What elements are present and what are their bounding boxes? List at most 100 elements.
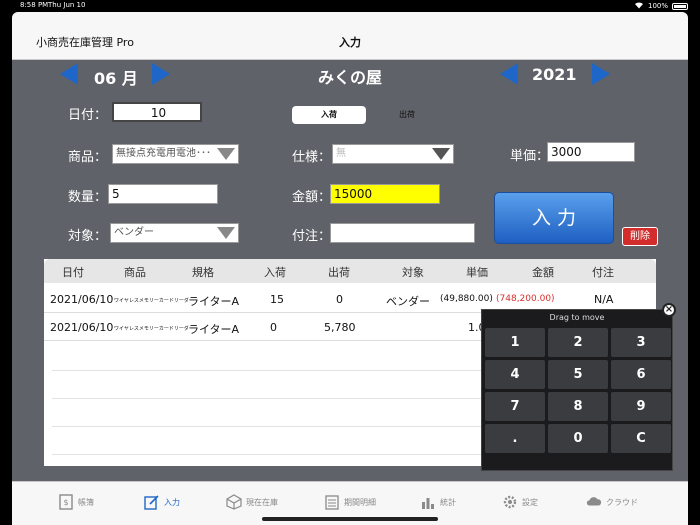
tab-period-detail[interactable]: 期間明細 <box>324 490 376 514</box>
tab-ledger[interactable]: $ 帳簿 <box>58 490 94 514</box>
battery-percent: 100% <box>647 2 668 10</box>
col-date: 日付 <box>62 266 84 279</box>
tab-label: 期間明細 <box>344 497 376 507</box>
col-note: 付注 <box>592 266 614 279</box>
key-clear[interactable]: C <box>611 424 671 453</box>
col-target: 対象 <box>402 266 424 279</box>
key-1[interactable]: 1 <box>485 328 545 357</box>
row-target: ベンダー <box>386 295 430 308</box>
clipboard-icon <box>324 494 340 510</box>
shop-name: みくの屋 <box>317 68 382 87</box>
home-indicator <box>262 517 438 521</box>
row-price: (49,880.00) <box>440 294 493 304</box>
chevron-down-icon <box>217 227 235 239</box>
key-9[interactable]: 9 <box>611 392 671 421</box>
tab-cloud[interactable]: クラウド <box>586 490 638 514</box>
tab-settings[interactable]: 設定 <box>502 490 538 514</box>
bar-chart-icon <box>420 494 436 510</box>
edit-icon <box>144 494 160 510</box>
tab-label: 現在在庫 <box>246 497 278 507</box>
unit-price-field[interactable]: 3000 <box>547 142 635 162</box>
battery-icon <box>672 2 688 10</box>
segment-in[interactable]: 入荷 <box>292 106 366 124</box>
spec-dropdown[interactable]: 無 <box>332 144 454 164</box>
chevron-down-icon <box>432 148 450 160</box>
quantity-label: 数量： <box>68 190 108 205</box>
status-bar: 8:58 PM Thu Jun 10 100% <box>0 0 700 12</box>
note-field[interactable] <box>330 223 475 243</box>
amount-field[interactable]: 15000 <box>330 184 440 204</box>
tab-label: 設定 <box>522 497 538 507</box>
amount-label: 金額： <box>292 190 332 205</box>
cloud-icon <box>586 494 602 510</box>
row-date: 2021/06/10 <box>50 321 114 334</box>
key-2[interactable]: 2 <box>548 328 608 357</box>
status-time: 8:58 PM <box>20 1 49 9</box>
product-label: 商品： <box>68 150 108 165</box>
prev-year-button[interactable] <box>500 63 518 85</box>
spec-value: 無 <box>336 148 346 159</box>
year-label: 2021 <box>532 65 577 84</box>
tab-label: 帳簿 <box>78 497 94 507</box>
gear-icon <box>502 494 518 510</box>
target-value: ベンダー <box>114 227 154 238</box>
delete-button[interactable]: 削除 <box>622 227 658 246</box>
chevron-down-icon <box>217 148 235 160</box>
tab-label: クラウド <box>606 497 638 507</box>
note-label: 付注： <box>292 229 332 244</box>
key-4[interactable]: 4 <box>485 360 545 389</box>
status-date: Thu Jun 10 <box>48 1 86 9</box>
col-out: 出荷 <box>328 266 350 279</box>
row-out: 5,780 <box>324 321 356 334</box>
next-year-button[interactable] <box>592 63 610 85</box>
tab-label: 統計 <box>440 497 456 507</box>
in-out-segmented-control: 入荷 出荷 <box>292 106 444 126</box>
keypad-drag-handle[interactable]: Drag to move <box>482 310 672 326</box>
segment-out[interactable]: 出荷 <box>370 106 444 124</box>
key-3[interactable]: 3 <box>611 328 671 357</box>
enter-button[interactable]: 入 力 <box>494 192 614 244</box>
key-dot[interactable]: . <box>485 424 545 453</box>
product-value: 無接点充電用電池･･･ <box>116 148 211 159</box>
row-product: ワイヤレスメモリーカードリーダー <box>114 298 194 304</box>
key-5[interactable]: 5 <box>548 360 608 389</box>
nav-bar: 小商売在庫管理 Pro 入力 <box>12 12 688 60</box>
row-spec: ライターA <box>188 295 240 308</box>
col-amount: 金額 <box>532 266 554 279</box>
row-out: 0 <box>336 293 343 306</box>
status-right: 100% <box>634 1 688 11</box>
ledger-icon: $ <box>58 494 74 510</box>
box-icon <box>226 494 242 510</box>
row-amount: (748,200.00) <box>496 294 555 304</box>
key-8[interactable]: 8 <box>548 392 608 421</box>
target-dropdown[interactable]: ベンダー <box>110 223 239 243</box>
date-field[interactable]: 10 <box>112 102 202 122</box>
spec-label: 仕様： <box>292 150 332 165</box>
row-spec: ライターA <box>188 323 240 336</box>
target-label: 対象： <box>68 229 108 244</box>
row-product: ワイヤレスメモリーカードリーダー <box>114 326 194 332</box>
keypad-grid: 1 2 3 4 5 6 7 8 9 . 0 C <box>485 328 671 453</box>
row-date: 2021/06/10 <box>50 293 114 306</box>
row-note: N/A <box>594 293 614 306</box>
col-spec: 規格 <box>192 266 214 279</box>
key-6[interactable]: 6 <box>611 360 671 389</box>
key-7[interactable]: 7 <box>485 392 545 421</box>
row-in: 0 <box>270 321 277 334</box>
key-0[interactable]: 0 <box>548 424 608 453</box>
product-dropdown[interactable]: 無接点充電用電池･･･ <box>112 144 239 164</box>
quantity-field[interactable]: 5 <box>108 184 218 204</box>
date-label: 日付： <box>68 108 108 123</box>
tab-current-stock[interactable]: 現在在庫 <box>226 490 278 514</box>
unit-price-label: 単価： <box>510 149 550 164</box>
wifi-icon <box>634 1 644 11</box>
tab-statistics[interactable]: 統計 <box>420 490 456 514</box>
tab-input[interactable]: 入力 <box>144 490 180 514</box>
tab-label: 入力 <box>164 497 180 507</box>
close-keypad-icon[interactable]: × <box>662 303 676 317</box>
col-price: 単価 <box>466 266 488 279</box>
col-product: 商品 <box>124 266 146 279</box>
numeric-keypad[interactable]: Drag to move 1 2 3 4 5 6 7 8 9 . 0 C <box>481 309 673 471</box>
table-header: 日付 商品 規格 入荷 出荷 対象 単価 金額 付注 <box>44 259 656 283</box>
col-in: 入荷 <box>264 266 286 279</box>
